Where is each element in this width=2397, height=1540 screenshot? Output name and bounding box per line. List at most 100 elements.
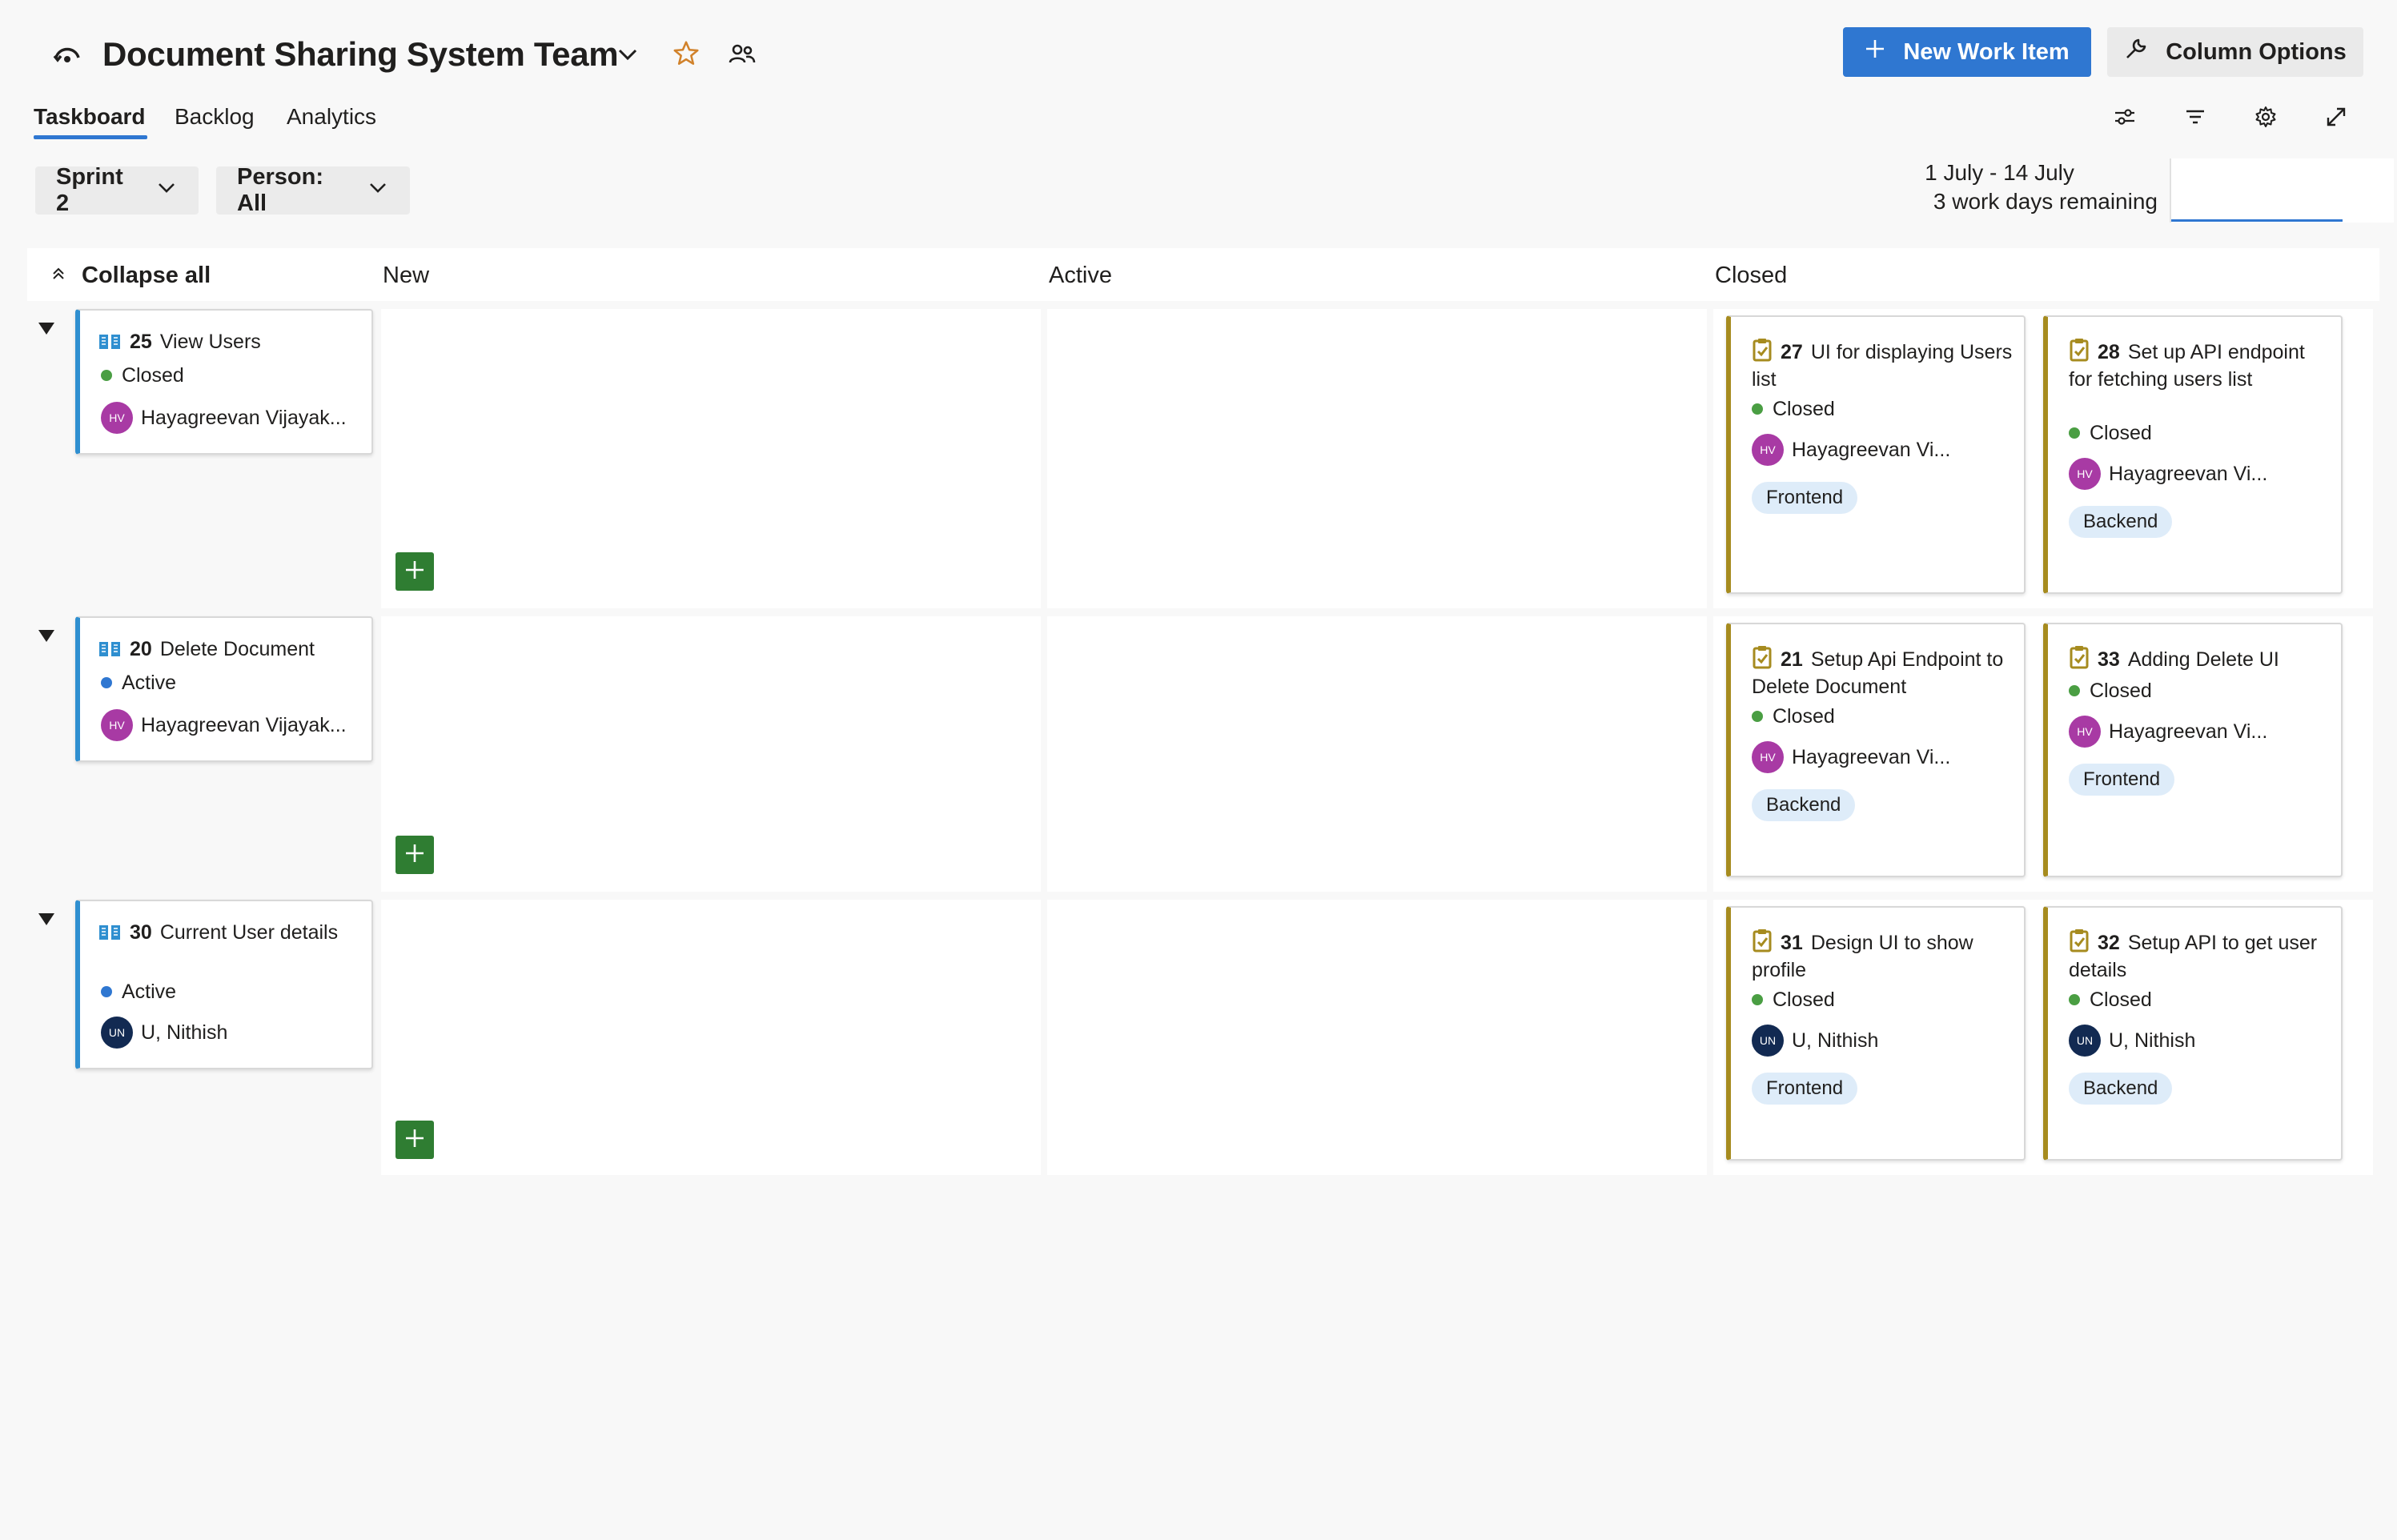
assignee[interactable]: HV Hayagreevan Vi...	[1752, 741, 2016, 773]
person-filter[interactable]: Person: All	[216, 164, 410, 216]
fullscreen-icon[interactable]	[2319, 99, 2354, 134]
work-item-title[interactable]: Delete Document	[160, 638, 315, 660]
avatar: HV	[1752, 434, 1784, 466]
work-item-title[interactable]: Current User details	[160, 921, 338, 944]
assignee[interactable]: UN U, Nithish	[101, 1017, 365, 1049]
add-task-button[interactable]	[395, 1121, 434, 1159]
lane-3-new-cell[interactable]	[381, 900, 1041, 1175]
assignee[interactable]: HV Hayagreevan Vijayak...	[101, 709, 365, 741]
work-item-title[interactable]: Adding Delete UI	[2128, 648, 2279, 671]
state-field: Active	[101, 980, 176, 1004]
work-item-id: 33	[2098, 648, 2120, 671]
collapse-all-label: Collapse all	[82, 263, 211, 288]
sprint-picker[interactable]: Sprint 2	[35, 164, 199, 216]
assignee[interactable]: HV Hayagreevan Vi...	[2069, 716, 2333, 748]
state-label: Closed	[1773, 398, 1835, 420]
assignee[interactable]: HV Hayagreevan Vi...	[2069, 458, 2333, 490]
filter-icon[interactable]	[2178, 99, 2213, 134]
caret-down-icon[interactable]	[35, 908, 58, 930]
state-label: Active	[122, 981, 177, 1003]
task-card-31[interactable]: 31 Design UI to show profile Closed UN U, …	[1726, 906, 2026, 1161]
avatar: UN	[2069, 1025, 2101, 1057]
state-dot	[1752, 711, 1763, 722]
task-card-32[interactable]: 32 Setup API to get user details Closed U…	[2043, 906, 2343, 1161]
lane-3-active-cell[interactable]	[1047, 900, 1707, 1175]
tab-taskboard[interactable]: Taskboard	[34, 99, 146, 134]
state-dot	[101, 370, 112, 381]
parent-card-25[interactable]: 25 View Users Closed HV Hayagreevan Vijaya…	[75, 309, 373, 455]
add-task-button[interactable]	[395, 836, 434, 874]
avatar: HV	[2069, 716, 2101, 748]
add-task-button[interactable]	[395, 552, 434, 591]
assignee-name: U, Nithish	[2109, 1029, 2196, 1052]
sliders-icon[interactable]	[2107, 99, 2142, 134]
state-field: Closed	[2069, 988, 2152, 1012]
assignee[interactable]: HV Hayagreevan Vi...	[1752, 434, 2016, 466]
assignee[interactable]: UN U, Nithish	[1752, 1025, 2016, 1057]
team-icon	[51, 38, 83, 70]
tag-badge[interactable]: Frontend	[1752, 482, 1858, 514]
tag-badge[interactable]: Backend	[2069, 506, 2173, 538]
state-field: Closed	[1752, 988, 1835, 1012]
task-card-33[interactable]: 33 Adding Delete UI Closed HV Hayagreevan …	[2043, 623, 2343, 877]
caret-down-icon[interactable]	[35, 317, 58, 339]
task-card-21[interactable]: 21 Setup Api Endpoint to Delete Document …	[1726, 623, 2026, 877]
people-icon[interactable]	[727, 40, 757, 69]
burndown-progress-line	[2171, 219, 2343, 222]
state-label: Closed	[2090, 680, 2152, 702]
plus-icon	[404, 1128, 425, 1153]
work-item-title[interactable]: View Users	[160, 331, 261, 353]
task-card-28[interactable]: 28 Set up API endpoint for fetching users…	[2043, 315, 2343, 594]
clipboard-check-icon	[2069, 645, 2090, 675]
state-dot	[101, 677, 112, 688]
task-card-27[interactable]: 27 UI for displaying Users list Closed HV…	[1726, 315, 2026, 594]
plus-icon	[1865, 38, 1885, 66]
burndown-mini-chart[interactable]	[2170, 158, 2394, 223]
caret-down-icon[interactable]	[35, 624, 58, 647]
assignee-name: U, Nithish	[1792, 1029, 1879, 1052]
state-field: Closed	[2069, 679, 2152, 703]
state-dot	[101, 986, 112, 997]
gear-icon[interactable]	[2248, 99, 2283, 134]
chevron-down-icon	[367, 176, 389, 205]
sprint-label: Sprint 2	[56, 164, 123, 216]
work-item-id: 32	[2098, 932, 2120, 954]
favorite-star-icon[interactable]	[671, 38, 701, 69]
lane-2-new-cell[interactable]	[381, 616, 1041, 892]
state-dot	[2069, 427, 2080, 439]
column-header-row	[27, 248, 2379, 301]
lane-1-active-cell[interactable]	[1047, 309, 1707, 608]
tag-badge[interactable]: Frontend	[2069, 764, 2175, 796]
parent-card-20[interactable]: 20 Delete Document Active HV Hayagreevan V…	[75, 616, 373, 762]
parent-card-30[interactable]: 30 Current User details Active UN U, Nithi…	[75, 900, 373, 1069]
sprint-remaining-days: 3 work days remaining	[1933, 189, 2158, 214]
column-options-button[interactable]: Column Options	[2107, 27, 2363, 77]
clipboard-check-icon	[1752, 928, 1773, 958]
chevron-down-icon	[155, 176, 178, 205]
state-label: Closed	[1773, 989, 1835, 1011]
clipboard-check-icon	[2069, 338, 2090, 367]
column-header-new: New	[383, 263, 430, 288]
work-item-id: 25	[130, 331, 152, 353]
new-work-item-button[interactable]: New Work Item	[1843, 27, 2091, 77]
lane-2-active-cell[interactable]	[1047, 616, 1707, 892]
assignee[interactable]: UN U, Nithish	[2069, 1025, 2333, 1057]
state-dot	[1752, 403, 1763, 415]
assignee-name: Hayagreevan Vi...	[2109, 720, 2268, 743]
avatar: HV	[101, 709, 133, 741]
lane-1-new-cell[interactable]	[381, 309, 1041, 608]
collapse-all-button[interactable]: Collapse all	[50, 259, 211, 291]
tab-backlog[interactable]: Backlog	[175, 99, 255, 134]
state-label: Closed	[2090, 989, 2152, 1011]
assignee[interactable]: HV Hayagreevan Vijayak...	[101, 402, 365, 434]
tag-badge[interactable]: Backend	[2069, 1073, 2173, 1105]
tag-badge[interactable]: Frontend	[1752, 1073, 1858, 1105]
state-label: Closed	[122, 364, 184, 387]
column-header-closed: Closed	[1715, 263, 1788, 288]
avatar: HV	[1752, 741, 1784, 773]
state-field: Closed	[101, 363, 184, 387]
chevron-down-icon[interactable]	[613, 40, 642, 69]
plus-icon	[404, 843, 425, 868]
tab-analytics[interactable]: Analytics	[287, 99, 376, 134]
tag-badge[interactable]: Backend	[1752, 789, 1856, 821]
